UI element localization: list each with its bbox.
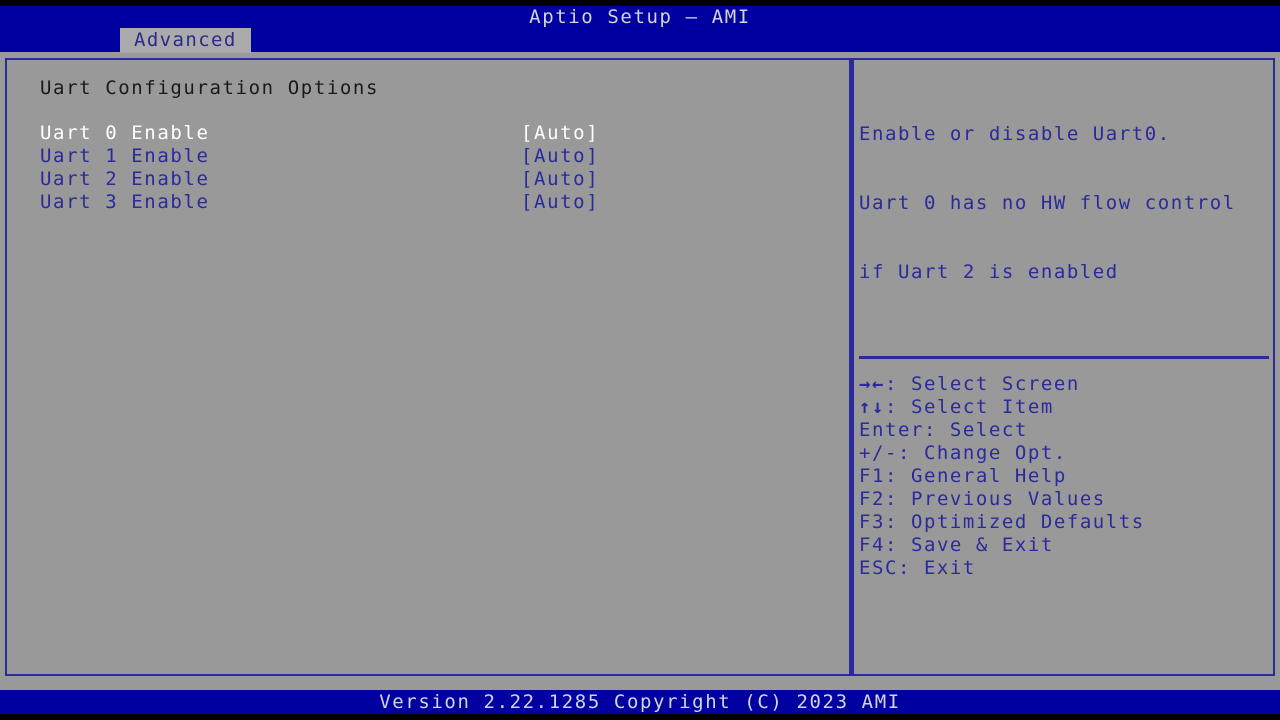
option-value-uart3[interactable]: [Auto] [521,191,599,214]
footer-version: Version 2.22.1285 Copyright (C) 2023 AMI [379,691,901,713]
key-legend-f2: F2: Previous Values [859,488,1271,511]
key-legend-select-item: ↑↓: Select Item [859,396,1271,419]
option-value-uart2[interactable]: [Auto] [521,168,599,191]
arrow-left-right-icon: →← [859,373,885,395]
menu-tab-row: Advanced [0,28,1280,53]
option-row-uart2[interactable]: Uart 2 Enable [Auto] [40,168,600,191]
option-label-uart2: Uart 2 Enable [40,168,210,190]
key-legend-change-opt-key: +/- [859,442,898,464]
key-legend-f3-label: : Optimized Defaults [884,511,1145,533]
options-list: Uart 0 Enable [Auto] Uart 1 Enable [Auto… [40,122,600,214]
key-legend-select-screen-label: : Select Screen [884,373,1080,395]
key-legend-f2-label: : Previous Values [884,488,1106,510]
key-legend-esc-key: ESC [859,557,898,579]
key-legend-f1-label: : General Help [884,465,1067,487]
window-title: Aptio Setup – AMI [529,6,751,28]
key-legend-f1-key: F1 [859,465,885,487]
key-legend-f4-key: F4 [859,534,885,556]
option-label-uart1: Uart 1 Enable [40,145,210,167]
help-line-2: Uart 0 has no HW flow control [859,192,1236,214]
key-legend-f1: F1: General Help [859,465,1271,488]
help-line-3: if Uart 2 is enabled [859,261,1119,283]
tab-advanced[interactable]: Advanced [120,28,251,53]
option-row-uart3[interactable]: Uart 3 Enable [Auto] [40,191,600,214]
option-row-uart0[interactable]: Uart 0 Enable [Auto] [40,122,600,145]
option-label-uart0: Uart 0 Enable [40,122,210,144]
option-value-uart1[interactable]: [Auto] [521,145,599,168]
option-row-uart1[interactable]: Uart 1 Enable [Auto] [40,145,600,168]
key-legend-enter-label: : Select [923,419,1028,441]
help-separator [859,356,1269,359]
option-label-uart3: Uart 3 Enable [40,191,210,213]
key-legend: →←: Select Screen ↑↓: Select Item Enter:… [859,373,1271,580]
key-legend-enter: Enter: Select [859,419,1271,442]
help-text: Enable or disable Uart0. Uart 0 has no H… [859,77,1271,330]
help-panel: Enable or disable Uart0. Uart 0 has no H… [851,58,1275,676]
key-legend-change-opt: +/-: Change Opt. [859,442,1271,465]
key-legend-f4-label: : Save & Exit [884,534,1054,556]
key-legend-enter-key: Enter [859,419,924,441]
page-title: Uart Configuration Options [40,77,380,99]
key-legend-f2-key: F2 [859,488,885,510]
key-legend-esc: ESC: Exit [859,557,1271,580]
key-legend-esc-label: : Exit [897,557,976,579]
bios-setup-screen: Aptio Setup – AMI Advanced Uart Configur… [0,0,1280,720]
key-legend-change-opt-label: : Change Opt. [897,442,1067,464]
key-legend-f3-key: F3 [859,511,885,533]
key-legend-select-screen: →←: Select Screen [859,373,1271,396]
option-value-uart0[interactable]: [Auto] [521,122,599,145]
key-legend-select-item-label: : Select Item [884,396,1054,418]
key-legend-f3: F3: Optimized Defaults [859,511,1271,534]
key-legend-f4: F4: Save & Exit [859,534,1271,557]
arrow-up-down-icon: ↑↓ [859,396,885,418]
help-line-1: Enable or disable Uart0. [859,123,1171,145]
settings-panel: Uart Configuration Options Uart 0 Enable… [5,58,851,676]
